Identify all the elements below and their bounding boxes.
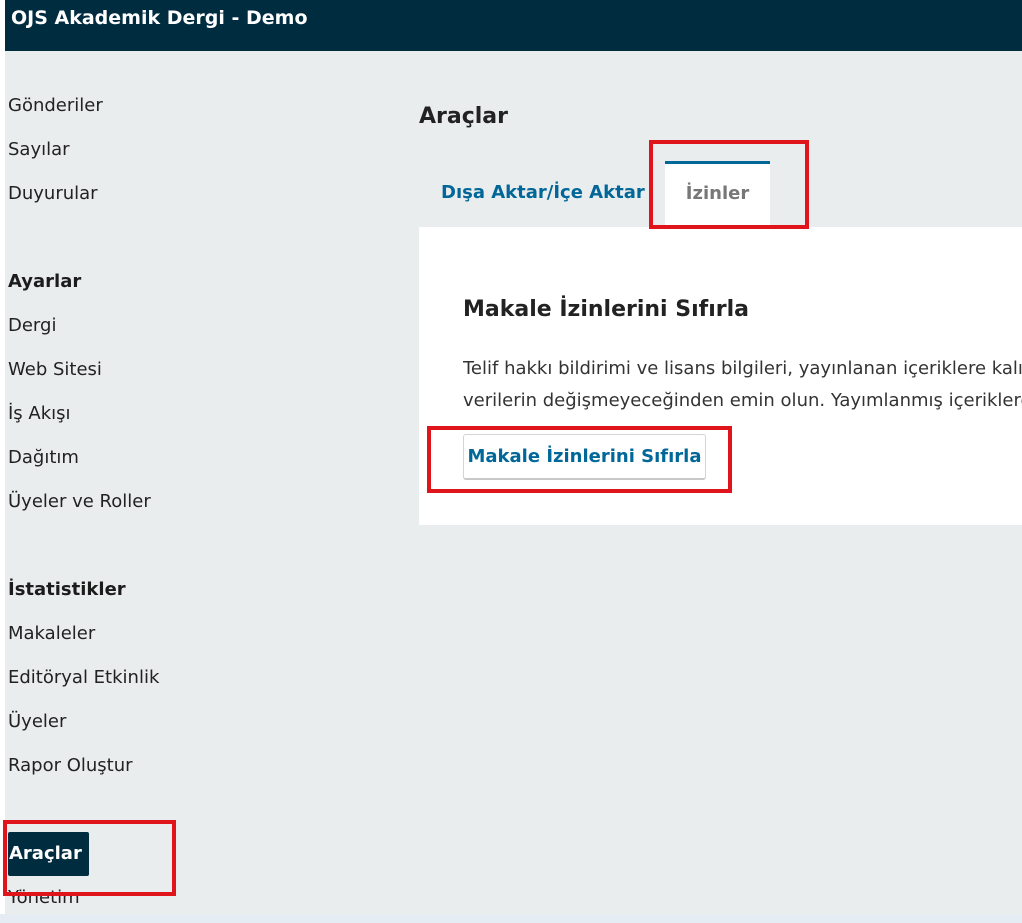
- sidebar-item-administration[interactable]: Yönetim: [8, 887, 80, 908]
- sidebar-item-distribution[interactable]: Dağıtım: [8, 447, 79, 468]
- sidebar-heading-settings: Ayarlar: [8, 271, 82, 292]
- left-edge-strip: [0, 0, 5, 923]
- tab-export-import[interactable]: Dışa Aktar/İçe Aktar: [441, 182, 645, 203]
- panel-description: Telif hakkı bildirimi ve lisans bilgiler…: [463, 353, 1022, 417]
- sidebar-item-generate-report[interactable]: Rapor Oluştur: [8, 755, 133, 776]
- panel-description-line: Telif hakkı bildirimi ve lisans bilgiler…: [463, 358, 1022, 379]
- page-title: Araçlar: [419, 104, 508, 129]
- sidebar-item-articles[interactable]: Makaleler: [8, 623, 95, 644]
- permissions-panel: Makale İzinlerini Sıfırla Telif hakkı bi…: [419, 227, 1022, 525]
- sidebar-item-website[interactable]: Web Sitesi: [8, 359, 102, 380]
- sidebar-item-announcements[interactable]: Duyurular: [8, 183, 98, 204]
- reset-permissions-button[interactable]: Makale İzinlerini Sıfırla: [463, 434, 706, 480]
- sidebar-item-submissions[interactable]: Gönderiler: [8, 95, 103, 116]
- panel-title: Makale İzinlerini Sıfırla: [463, 297, 749, 322]
- sidebar-nav: Gönderiler Sayılar Duyurular Ayarlar Der…: [8, 0, 388, 923]
- sidebar-heading-statistics: İstatistikler: [8, 579, 126, 600]
- tab-permissions[interactable]: İzinler: [665, 161, 770, 227]
- panel-description-line: verilerin değişmeyeceğinden emin olun. Y…: [463, 390, 1022, 411]
- sidebar-item-journal[interactable]: Dergi: [8, 315, 56, 336]
- sidebar-item-tools[interactable]: Araçlar: [8, 832, 89, 876]
- sidebar-item-editorial-activity[interactable]: Editöryal Etkinlik: [8, 667, 159, 688]
- sidebar-item-workflow[interactable]: İş Akışı: [8, 403, 71, 424]
- sidebar-item-users[interactable]: Üyeler: [8, 711, 66, 732]
- bottom-edge-strip: [0, 914, 1022, 923]
- sidebar-item-issues[interactable]: Sayılar: [8, 139, 70, 160]
- app-window: OJS Akademik Dergi - Demo Gönderiler Say…: [0, 0, 1022, 923]
- sidebar-item-users-roles[interactable]: Üyeler ve Roller: [8, 491, 151, 512]
